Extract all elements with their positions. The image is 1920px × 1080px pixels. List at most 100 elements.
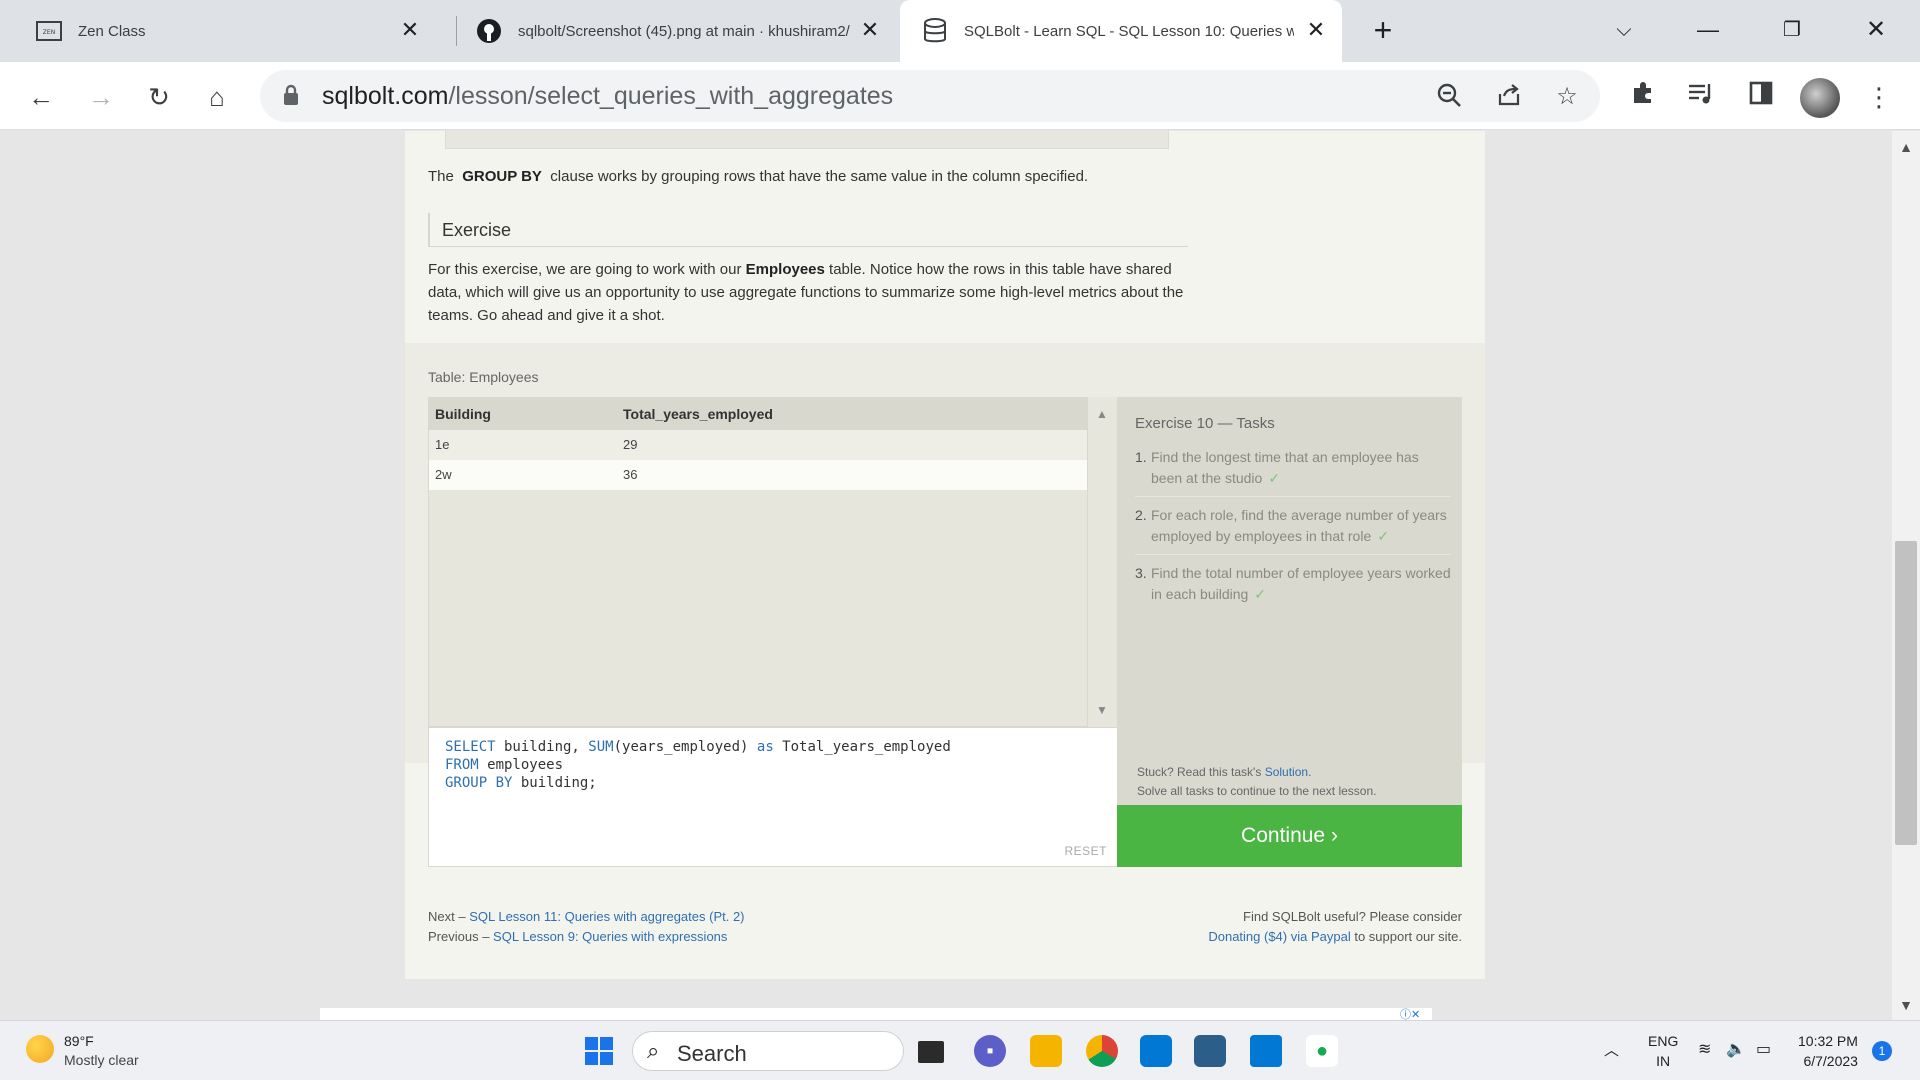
- ad-close-icon[interactable]: ⓘ✕: [1400, 1006, 1420, 1020]
- extensions-puzzle-icon[interactable]: [1626, 80, 1660, 114]
- checkmark-icon: ✓: [1377, 528, 1389, 544]
- windows-start-icon[interactable]: [585, 1037, 613, 1065]
- table-row: 1e 29: [429, 430, 1087, 460]
- minimize-icon[interactable]: —: [1688, 10, 1728, 50]
- code-example-box: [445, 131, 1169, 149]
- close-window-icon[interactable]: ✕: [1856, 10, 1896, 50]
- tab-close-icon[interactable]: ✕: [398, 18, 422, 42]
- svg-text:ZEN: ZEN: [43, 29, 55, 36]
- stuck-help-text: Stuck? Read this task's Solution. Solve …: [1137, 763, 1376, 801]
- solution-link[interactable]: Solution: [1265, 765, 1308, 779]
- table-cell: 2w: [435, 467, 452, 482]
- media-playlist-icon[interactable]: [1684, 80, 1718, 114]
- mongodb-compass-icon[interactable]: ●: [1306, 1035, 1338, 1067]
- reload-icon[interactable]: ↻: [142, 80, 176, 114]
- table-row: 2w 36: [429, 460, 1087, 490]
- tab-zen-class[interactable]: ZEN Zen Class ✕: [36, 0, 446, 62]
- restore-icon[interactable]: ❐: [1772, 10, 1812, 50]
- forward-arrow-icon[interactable]: →: [84, 80, 118, 114]
- language-code: ENG: [1648, 1033, 1679, 1049]
- donate-link[interactable]: Donating ($4) via Paypal: [1208, 929, 1350, 944]
- scrollbar-thumb[interactable]: [1895, 541, 1917, 845]
- zoom-out-icon[interactable]: [1434, 82, 1464, 112]
- language-indicator[interactable]: ENG IN: [1648, 1031, 1678, 1071]
- tab-title: SQLBolt - Learn SQL - SQL Lesson 10: Que…: [964, 22, 1294, 40]
- sql-editor[interactable]: SELECT building, SUM(years_employed) as …: [428, 727, 1118, 867]
- task-list: 1. Find the longest time that an employee…: [1135, 447, 1451, 620]
- profile-avatar[interactable]: [1800, 78, 1840, 118]
- results-scrollbar[interactable]: ▲ ▼: [1088, 397, 1118, 727]
- notification-badge[interactable]: 1: [1872, 1041, 1892, 1061]
- vscode-icon[interactable]: [1250, 1035, 1282, 1067]
- bookmark-star-icon[interactable]: ☆: [1552, 82, 1582, 112]
- previous-lesson-link[interactable]: SQL Lesson 9: Queries with expressions: [493, 929, 727, 944]
- next-lesson-link[interactable]: SQL Lesson 11: Queries with aggregates (…: [469, 909, 744, 924]
- table-cell: 29: [623, 437, 638, 452]
- url-path: /lesson/select_queries_with_aggregates: [448, 82, 894, 110]
- back-arrow-icon[interactable]: ←: [24, 80, 58, 114]
- tab-close-icon[interactable]: ✕: [1304, 18, 1328, 42]
- sql-query-text[interactable]: SELECT building, SUM(years_employed) as …: [445, 738, 951, 792]
- volume-icon[interactable]: 🔈: [1726, 1039, 1746, 1059]
- text-fragment: .: [1308, 765, 1312, 779]
- teams-chat-icon[interactable]: ▪: [974, 1035, 1006, 1067]
- group-by-keyword: GROUP BY: [462, 168, 542, 185]
- tasks-panel: Exercise 10 — Tasks 1. Find the longest t…: [1117, 397, 1462, 805]
- tab-github[interactable]: sqlbolt/Screenshot (45).png at main · kh…: [476, 0, 896, 62]
- table-cell: 1e: [435, 437, 450, 452]
- text-fragment: The: [428, 168, 454, 185]
- search-label: Search: [677, 1041, 747, 1066]
- battery-icon[interactable]: ▭: [1756, 1039, 1771, 1059]
- weather-description[interactable]: Mostly clear: [64, 1052, 139, 1068]
- text-fragment: to support our site.: [1354, 929, 1462, 944]
- ssms-icon[interactable]: [1194, 1035, 1226, 1067]
- side-panel-icon[interactable]: [1744, 80, 1778, 114]
- page-scrollbar[interactable]: ▲ ▼: [1892, 131, 1920, 1020]
- scroll-up-arrow-icon[interactable]: ▲: [1096, 407, 1108, 421]
- file-explorer-icon[interactable]: [1030, 1035, 1062, 1067]
- wifi-icon[interactable]: ≋: [1698, 1039, 1711, 1059]
- scroll-down-arrow-icon[interactable]: ▼: [1096, 703, 1108, 717]
- home-icon[interactable]: ⌂: [200, 80, 234, 114]
- lesson-card: The GROUP BY clause works by grouping ro…: [405, 131, 1485, 979]
- scroll-down-arrow-icon[interactable]: ▼: [1892, 993, 1920, 1017]
- task-number: 1.: [1135, 449, 1147, 465]
- region-code: IN: [1656, 1053, 1671, 1069]
- taskbar-search-box[interactable]: ⌕ Search: [632, 1031, 904, 1071]
- reset-button[interactable]: RESET: [1064, 844, 1107, 858]
- tab-search-chevron-icon[interactable]: ⌵: [1604, 10, 1644, 50]
- column-header-total-years: Total_years_employed: [623, 406, 773, 422]
- system-clock[interactable]: 10:32 PM 6/7/2023: [1798, 1031, 1858, 1071]
- kebab-menu-icon[interactable]: ⋮: [1862, 80, 1896, 114]
- text-fragment: Stuck? Read this task's: [1137, 765, 1262, 779]
- search-icon: ⌕: [647, 1038, 660, 1063]
- address-bar[interactable]: sqlbolt.com/lesson/select_queries_with_a…: [260, 70, 1600, 122]
- continue-button[interactable]: Continue ›: [1117, 805, 1462, 867]
- group-by-explanation: The GROUP BY clause works by grouping ro…: [428, 165, 1188, 188]
- url-text[interactable]: sqlbolt.com/lesson/select_queries_with_a…: [322, 82, 893, 111]
- checkmark-icon: ✓: [1268, 470, 1281, 486]
- zen-class-icon: ZEN: [36, 18, 62, 44]
- task-view-icon[interactable]: [918, 1041, 944, 1063]
- table-label: Table: Employees: [428, 369, 539, 385]
- tab-title: Zen Class: [78, 22, 146, 40]
- weather-moon-icon[interactable]: [26, 1035, 54, 1063]
- tab-close-icon[interactable]: ✕: [858, 18, 882, 42]
- share-icon[interactable]: [1494, 82, 1524, 112]
- checkmark-icon: ✓: [1254, 586, 1267, 602]
- tab-sqlbolt[interactable]: SQLBolt - Learn SQL - SQL Lesson 10: Que…: [900, 0, 1342, 62]
- task-text: Find the total number of employee years …: [1151, 565, 1451, 602]
- weather-temperature[interactable]: 89°F: [64, 1033, 94, 1049]
- github-icon: [476, 18, 502, 44]
- lock-icon[interactable]: [282, 84, 302, 108]
- remote-desktop-icon[interactable]: [1140, 1035, 1172, 1067]
- browser-toolbar: ← → ↻ ⌂ sqlbolt.com/lesson/select_querie…: [0, 62, 1920, 130]
- new-tab-plus-icon[interactable]: +: [1368, 14, 1398, 46]
- table-cell: 36: [623, 467, 638, 482]
- scroll-up-arrow-icon[interactable]: ▲: [1892, 135, 1920, 159]
- lesson-navigation: Next – SQL Lesson 11: Queries with aggre…: [428, 907, 745, 947]
- show-hidden-icons-chevron-icon[interactable]: ︿: [1604, 1039, 1619, 1060]
- clock-date: 6/7/2023: [1803, 1053, 1858, 1069]
- chrome-icon[interactable]: [1086, 1035, 1118, 1067]
- page-viewport: The GROUP BY clause works by grouping ro…: [0, 131, 1892, 1020]
